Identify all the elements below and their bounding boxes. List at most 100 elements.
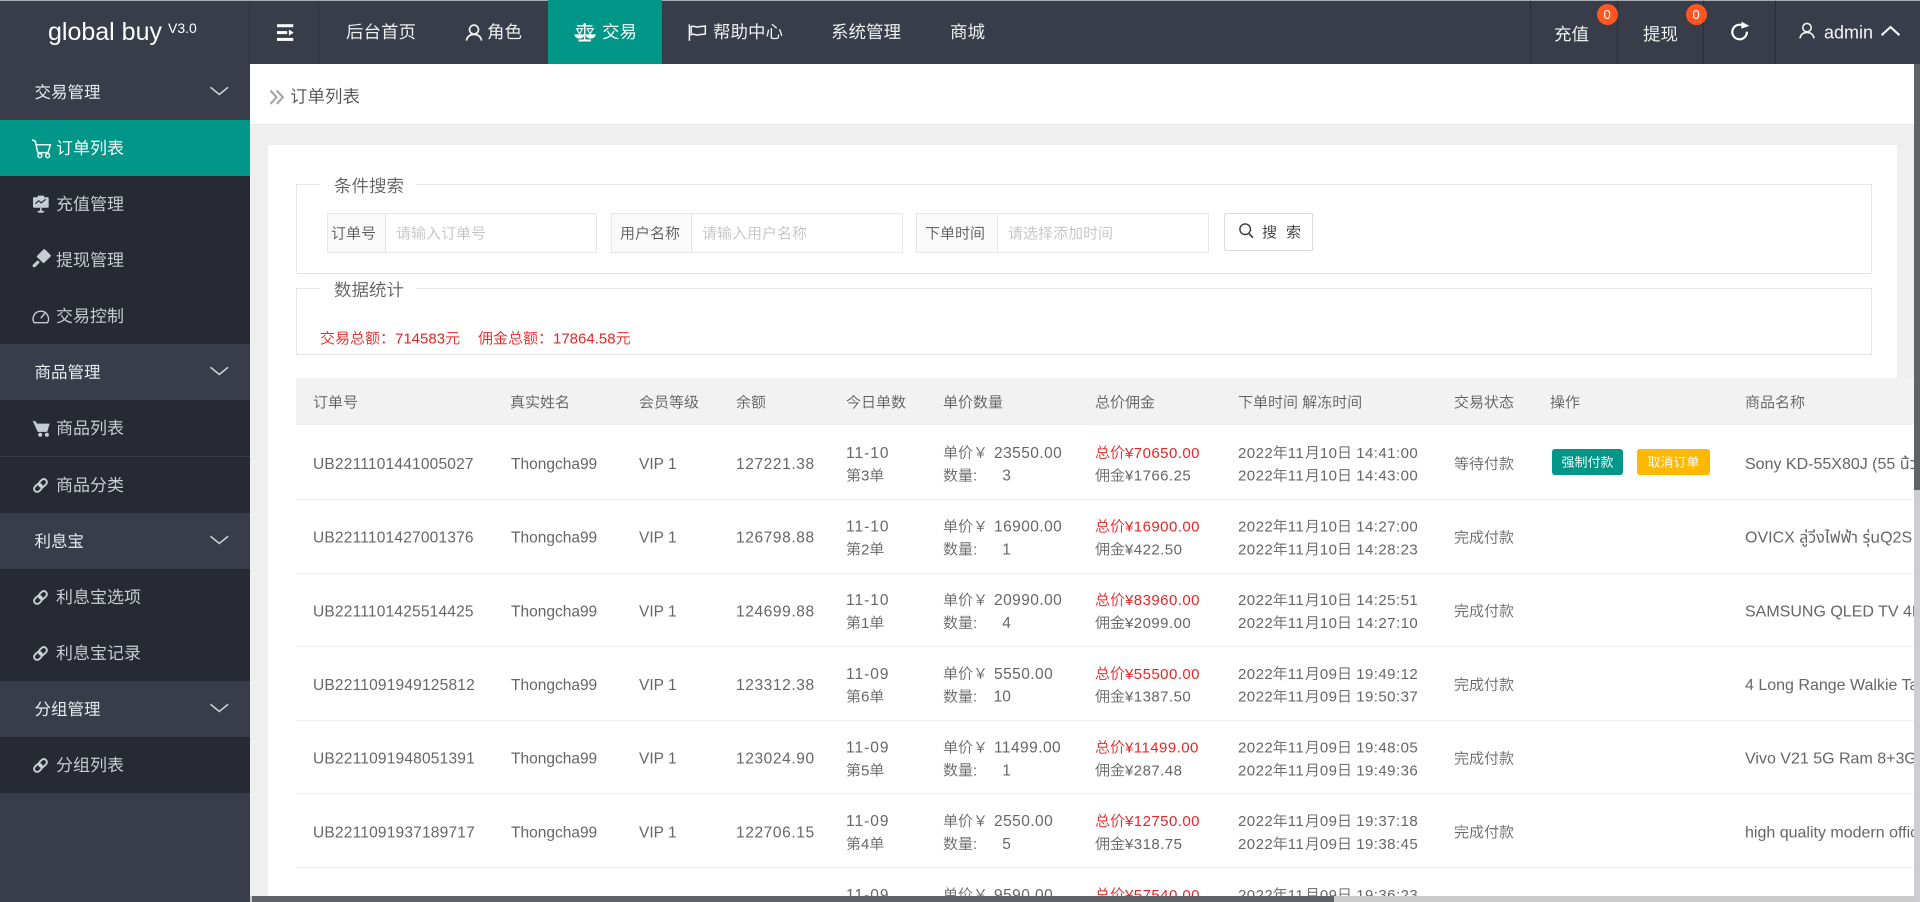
svg-text:14:43:00: 14:43:00 (1356, 468, 1418, 485)
svg-text:123312.38: 123312.38 (736, 677, 815, 694)
svg-text:2022: 2022 (1238, 689, 1273, 706)
svg-text:¥2099.00: ¥2099.00 (1124, 615, 1191, 632)
svg-text:0: 0 (1693, 7, 1700, 22)
svg-text:5550.00: 5550.00 (994, 666, 1053, 683)
svg-text:714583: 714583 (395, 331, 445, 348)
svg-text:19:50:37: 19:50:37 (1356, 689, 1418, 706)
svg-text:5: 5 (861, 762, 869, 779)
svg-text:Sony KD-55X80J (55: Sony KD-55X80J (55 (1745, 456, 1895, 473)
svg-text:123024.90: 123024.90 (736, 751, 815, 768)
svg-text::: : (973, 836, 977, 853)
svg-text:3: 3 (861, 468, 869, 485)
svg-text:09: 09 (1320, 762, 1338, 779)
svg-text:126798.88: 126798.88 (736, 530, 815, 547)
svg-text:11-10: 11-10 (846, 445, 890, 462)
svg-text:2022: 2022 (1238, 813, 1273, 830)
svg-text:4 Long Range Walkie Talkies: 4 Long Range Walkie Talkies (1745, 677, 1920, 694)
svg-text:11: 11 (1288, 689, 1304, 706)
svg-text:1: 1 (861, 615, 869, 632)
svg-text:V3.0: V3.0 (168, 20, 197, 36)
svg-text:11: 11 (1288, 666, 1304, 683)
svg-text:122706.15: 122706.15 (736, 824, 815, 841)
svg-text:09: 09 (1320, 813, 1338, 830)
svg-text:¥1766.25: ¥1766.25 (1124, 468, 1191, 485)
svg-text:¥16900.00: ¥16900.00 (1124, 519, 1200, 536)
svg-text:14:27:10: 14:27:10 (1356, 615, 1418, 632)
svg-text:high quality modern office: high quality modern office (1745, 824, 1920, 841)
svg-text:10: 10 (1320, 541, 1338, 558)
svg-text:19:49:36: 19:49:36 (1356, 762, 1418, 779)
svg-text:10: 10 (994, 689, 1012, 706)
svg-text:admin: admin (1824, 23, 1873, 43)
svg-text:VIP 1: VIP 1 (639, 530, 677, 547)
svg-text:19:49:12: 19:49:12 (1356, 666, 1418, 683)
svg-text:09: 09 (1320, 740, 1338, 757)
svg-text:VIP 1: VIP 1 (639, 456, 677, 473)
svg-text:Thongcha99: Thongcha99 (511, 677, 597, 694)
svg-text:¥287.48: ¥287.48 (1124, 762, 1182, 779)
svg-text:11-10: 11-10 (846, 519, 890, 536)
svg-text:UB2211091937189717: UB2211091937189717 (313, 824, 475, 841)
svg-text:19:37:18: 19:37:18 (1356, 813, 1418, 830)
svg-text:¥55500.00: ¥55500.00 (1124, 666, 1200, 683)
svg-text:2022: 2022 (1238, 541, 1273, 558)
svg-text:2: 2 (861, 541, 869, 558)
svg-text:Thongcha99: Thongcha99 (511, 456, 597, 473)
svg-text:UB2211101425514425: UB2211101425514425 (313, 603, 474, 620)
svg-text:17864.58: 17864.58 (553, 331, 616, 348)
svg-text:¥70650.00: ¥70650.00 (1124, 445, 1200, 462)
svg-text:10: 10 (1320, 445, 1338, 462)
svg-text:14:41:00: 14:41:00 (1356, 445, 1418, 462)
svg-text::: : (973, 762, 977, 779)
svg-text:2022: 2022 (1238, 836, 1273, 853)
svg-text:09: 09 (1320, 836, 1338, 853)
svg-text:VIP 1: VIP 1 (639, 603, 677, 620)
svg-text:UB2211101427001376: UB2211101427001376 (313, 530, 474, 547)
svg-text:2022: 2022 (1238, 445, 1273, 462)
svg-text:¥1387.50: ¥1387.50 (1124, 689, 1191, 706)
svg-text:VIP 1: VIP 1 (639, 824, 677, 841)
svg-text:11-10: 11-10 (846, 592, 890, 609)
svg-text:2022: 2022 (1238, 615, 1273, 632)
svg-text:124699.88: 124699.88 (736, 603, 815, 620)
svg-text:11-09: 11-09 (846, 740, 890, 757)
svg-text:11: 11 (1288, 813, 1304, 830)
svg-text::: : (973, 541, 977, 558)
svg-text:2022: 2022 (1238, 468, 1273, 485)
svg-text:14:27:00: 14:27:00 (1356, 519, 1418, 536)
svg-text:¥11499.00: ¥11499.00 (1124, 740, 1199, 757)
svg-text:global buy: global buy (48, 18, 162, 46)
svg-text:UB2211091948051391: UB2211091948051391 (313, 751, 475, 768)
svg-text:14:28:23: 14:28:23 (1356, 541, 1418, 558)
svg-text:11: 11 (1288, 592, 1304, 609)
svg-text:11-09: 11-09 (846, 666, 890, 683)
svg-text:2022: 2022 (1238, 519, 1273, 536)
svg-text:UB2211101441005027: UB2211101441005027 (313, 456, 474, 473)
svg-text:0: 0 (1604, 7, 1611, 22)
svg-text:2022: 2022 (1238, 762, 1273, 779)
svg-text:19:38:45: 19:38:45 (1356, 836, 1418, 853)
svg-text:10: 10 (1320, 615, 1338, 632)
svg-text:11: 11 (1288, 445, 1304, 462)
svg-text::: : (973, 468, 977, 485)
svg-text:11: 11 (1288, 615, 1304, 632)
svg-text:OVICX: OVICX (1745, 530, 1795, 547)
svg-text:127221.38: 127221.38 (736, 456, 815, 473)
svg-text:3: 3 (1002, 468, 1011, 485)
svg-text:11: 11 (1288, 468, 1304, 485)
svg-text:09: 09 (1320, 666, 1338, 683)
svg-text:10: 10 (1320, 592, 1338, 609)
svg-text:2022: 2022 (1238, 592, 1273, 609)
svg-text:11: 11 (1288, 762, 1304, 779)
svg-text:23550.00: 23550.00 (994, 445, 1062, 462)
svg-text:Thongcha99: Thongcha99 (511, 824, 597, 841)
svg-text:1: 1 (1002, 541, 1011, 558)
svg-text:Vivo V21 5G Ram 8+3GB: Vivo V21 5G Ram 8+3GB (1745, 751, 1920, 768)
svg-text:6: 6 (861, 689, 869, 706)
svg-text:09: 09 (1320, 689, 1338, 706)
svg-text::: : (973, 689, 977, 706)
svg-text:Thongcha99: Thongcha99 (511, 530, 597, 547)
svg-text:11: 11 (1288, 519, 1304, 536)
svg-text:¥12750.00: ¥12750.00 (1124, 813, 1200, 830)
svg-text:5: 5 (1002, 836, 1011, 853)
